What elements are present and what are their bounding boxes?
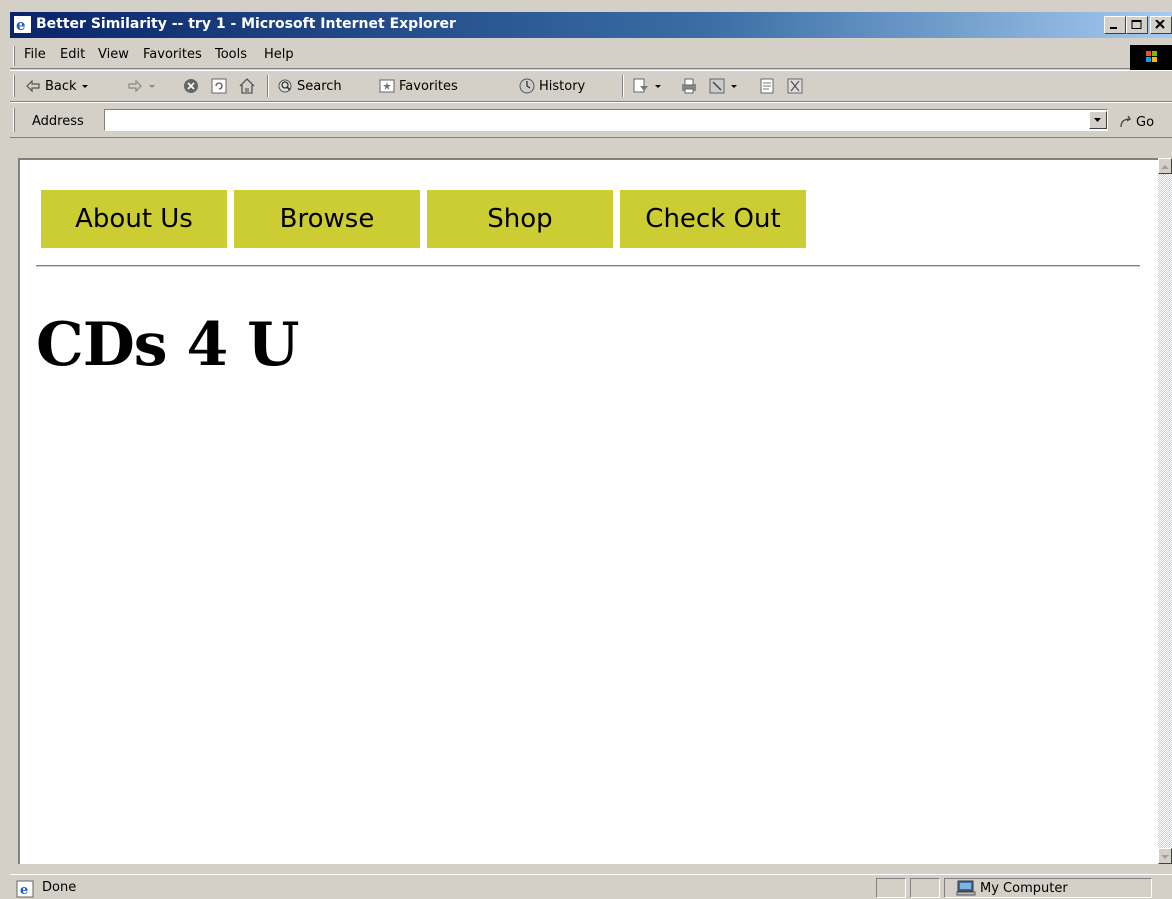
chevron-down-icon	[149, 85, 155, 88]
search-label: Search	[297, 78, 342, 94]
mail-icon	[633, 78, 648, 93]
history-label: History	[539, 78, 586, 94]
stop-button[interactable]	[182, 77, 200, 95]
window-title: Better Similarity -- try 1 - Microsoft I…	[36, 16, 456, 32]
messenger-button[interactable]	[786, 77, 804, 95]
discuss-icon	[760, 78, 774, 94]
status-text: Done	[42, 880, 77, 895]
minimize-icon	[1110, 27, 1117, 29]
my-computer-icon	[956, 880, 976, 896]
page-viewport: About Us Browse Shop Check Out CDs 4 U	[18, 158, 1158, 864]
nav-about-us[interactable]: About Us	[41, 190, 227, 248]
search-button[interactable]: Search	[276, 77, 342, 95]
menu-grip[interactable]	[13, 46, 15, 66]
back-label: Back	[45, 78, 77, 94]
history-icon	[519, 78, 535, 94]
home-button[interactable]	[238, 77, 256, 95]
menu-favorites[interactable]: Favorites	[143, 47, 202, 62]
refresh-button[interactable]	[210, 77, 228, 95]
discuss-button[interactable]	[758, 77, 776, 95]
menu-view[interactable]: View	[98, 47, 129, 62]
windows-logo-icon	[1130, 45, 1172, 71]
nav-shop[interactable]: Shop	[427, 190, 613, 248]
security-zone: My Computer	[956, 880, 1068, 896]
standard-toolbar: Back Search Favorites History	[10, 70, 1172, 102]
zone-label: My Computer	[980, 880, 1068, 896]
forward-arrow-icon	[128, 79, 142, 93]
chevron-up-icon	[1161, 165, 1169, 169]
favorites-icon	[379, 79, 395, 93]
printer-icon	[682, 78, 696, 94]
go-label: Go	[1136, 114, 1155, 130]
favorites-button[interactable]: Favorites	[378, 77, 458, 95]
svg-text:e: e	[20, 883, 28, 898]
address-input[interactable]	[104, 109, 1108, 131]
nav-check-out[interactable]: Check Out	[620, 190, 806, 248]
address-dropdown-button[interactable]	[1089, 111, 1107, 129]
vertical-scrollbar[interactable]	[1158, 158, 1172, 864]
svg-text:e: e	[16, 16, 26, 33]
menu-file[interactable]: File	[24, 47, 46, 62]
menu-bar: File Edit View Favorites Tools Help	[10, 43, 1172, 69]
chevron-down-icon	[81, 85, 88, 88]
toolbar-grip[interactable]	[13, 75, 15, 97]
address-label: Address	[32, 114, 84, 129]
page-heading: CDs 4 U	[36, 310, 299, 380]
chevron-down-icon	[731, 85, 737, 88]
page-icon: e	[16, 880, 34, 898]
search-icon	[278, 79, 292, 93]
menu-edit[interactable]: Edit	[60, 47, 85, 62]
toolbar-separator	[267, 75, 269, 97]
history-button[interactable]: History	[518, 77, 585, 95]
favorites-label: Favorites	[399, 78, 458, 94]
scroll-down-button[interactable]	[1158, 848, 1172, 864]
internet-explorer-icon: e	[14, 16, 31, 33]
address-bar: Address Go	[10, 102, 1172, 138]
scroll-up-button[interactable]	[1158, 158, 1172, 174]
divider	[36, 265, 1140, 267]
edit-button[interactable]	[708, 77, 739, 95]
edit-page-icon	[709, 78, 725, 94]
title-bar: e Better Similarity -- try 1 - Microsoft…	[10, 12, 1172, 38]
close-button[interactable]	[1150, 16, 1172, 34]
maximize-button[interactable]	[1126, 16, 1148, 34]
chevron-down-icon	[1161, 855, 1169, 859]
menu-tools[interactable]: Tools	[215, 47, 247, 62]
home-icon	[239, 78, 255, 94]
address-grip[interactable]	[13, 108, 15, 132]
go-arrow-icon	[1120, 115, 1132, 128]
browser-window: e Better Similarity -- try 1 - Microsoft…	[10, 12, 1172, 898]
toolbar-separator	[622, 75, 624, 97]
print-button[interactable]	[680, 77, 698, 95]
menu-help[interactable]: Help	[264, 47, 294, 62]
messenger-icon	[787, 78, 803, 94]
forward-button[interactable]	[126, 77, 157, 95]
maximize-icon	[1131, 20, 1142, 29]
status-panel	[876, 878, 906, 898]
chevron-down-icon	[1094, 118, 1101, 122]
go-button[interactable]: Go	[1118, 114, 1154, 130]
status-bar: e Done My Computer	[10, 874, 1172, 899]
back-button[interactable]: Back	[24, 77, 90, 95]
stop-icon	[184, 79, 198, 93]
close-icon	[1155, 20, 1165, 29]
chevron-down-icon	[655, 85, 661, 88]
status-panel	[910, 878, 940, 898]
nav-browse[interactable]: Browse	[234, 190, 420, 248]
minimize-button[interactable]	[1104, 16, 1126, 34]
refresh-icon	[211, 78, 227, 94]
back-arrow-icon	[26, 79, 40, 93]
mail-button[interactable]	[632, 77, 663, 95]
